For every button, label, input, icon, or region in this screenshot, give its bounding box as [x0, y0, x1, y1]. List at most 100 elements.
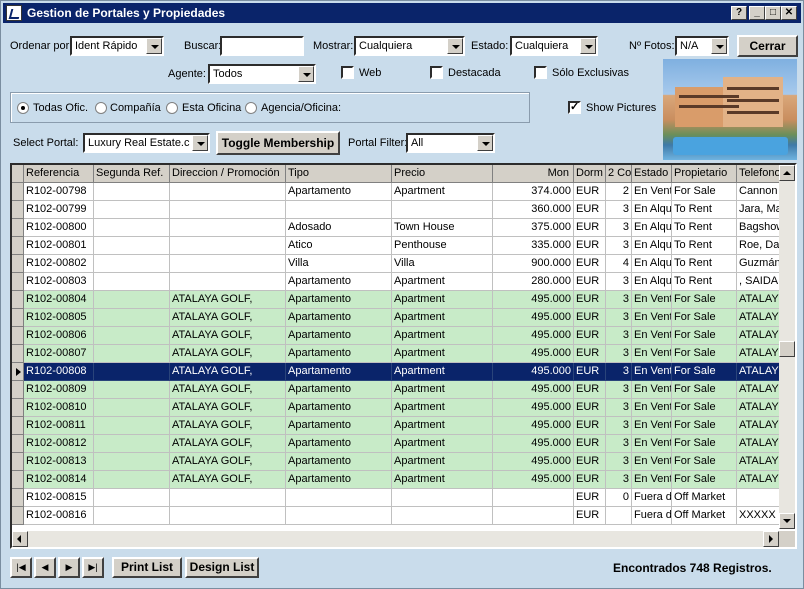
table-row[interactable]: R102-00807 ATALAYA GOLF, Apartamento Apartm…	[12, 345, 782, 363]
portal-select[interactable]: Luxury Real Estate.com	[83, 133, 210, 153]
nav-last-button[interactable]: ▶|	[82, 557, 104, 578]
property-table: Referencia Segunda Ref. Direccion / Promoc…	[10, 163, 797, 549]
row-indicator[interactable]	[12, 183, 24, 201]
table-row[interactable]: R102-00803 Apartamento Apartment 280.000 EUR…	[12, 273, 782, 291]
table-row[interactable]: R102-00808 ATALAYA GOLF, Apartamento Apartm…	[12, 363, 782, 381]
table-row[interactable]: R102-00798 Apartamento Apartment 374.000 EUR…	[12, 183, 782, 201]
row-indicator[interactable]	[12, 471, 24, 489]
row-indicator[interactable]	[12, 309, 24, 327]
scroll-thumb[interactable]	[779, 341, 795, 357]
chevron-down-icon[interactable]	[146, 38, 162, 54]
print-list-button[interactable]: Print List	[112, 557, 182, 578]
table-row[interactable]: R102-00814 ATALAYA GOLF, Apartamento Apartm…	[12, 471, 782, 489]
row-indicator[interactable]	[12, 345, 24, 363]
row-indicator[interactable]	[12, 237, 24, 255]
column-header[interactable]: Segunda Ref.	[94, 165, 170, 183]
row-indicator[interactable]	[12, 399, 24, 417]
nav-next-button[interactable]: ▶	[58, 557, 80, 578]
search-input[interactable]	[220, 36, 304, 56]
show-pictures-checkbox[interactable]	[568, 100, 581, 114]
scope-radio-oficina[interactable]	[166, 102, 178, 114]
table-row[interactable]: R102-00811 ATALAYA GOLF, Apartamento Apartm…	[12, 417, 782, 435]
column-header[interactable]: Propietario	[672, 165, 737, 183]
table-row[interactable]: R102-00812 ATALAYA GOLF, Apartamento Apartm…	[12, 435, 782, 453]
table-cell-dorm: EUR	[574, 435, 606, 453]
table-row[interactable]: R102-00810 ATALAYA GOLF, Apartamento Apartm…	[12, 399, 782, 417]
scope-radio-agencia[interactable]	[245, 102, 257, 114]
table-cell-dorm: EUR	[574, 399, 606, 417]
row-pointer-icon[interactable]	[12, 363, 24, 381]
table-row[interactable]: R102-00799 360.000EUR3En AlquilerTo RentJ…	[12, 201, 782, 219]
help-button[interactable]: ?	[731, 6, 747, 20]
column-header[interactable]: Referencia	[24, 165, 94, 183]
scope-radio-todas[interactable]	[17, 102, 29, 114]
scope-label-agencia: Agencia/Oficina:	[261, 102, 342, 114]
chevron-down-icon[interactable]	[580, 38, 596, 54]
column-header[interactable]: Direccion / Promoción	[170, 165, 286, 183]
design-list-button[interactable]: Design List	[185, 557, 259, 578]
horizontal-scrollbar[interactable]	[12, 531, 779, 547]
scroll-right-icon[interactable]	[763, 531, 779, 547]
table-row[interactable]: R102-00813 ATALAYA GOLF, Apartamento Apartm…	[12, 453, 782, 471]
minimize-button[interactable]: _	[749, 6, 765, 20]
chevron-down-icon[interactable]	[192, 135, 208, 151]
scroll-up-icon[interactable]	[779, 165, 795, 181]
table-cell-prop: To Rent	[672, 237, 737, 255]
table-row[interactable]: R102-00806 ATALAYA GOLF, Apartamento Apartm…	[12, 327, 782, 345]
estado-select[interactable]: Cualquiera	[510, 36, 598, 56]
column-header[interactable]: 2 Con	[606, 165, 632, 183]
row-indicator[interactable]	[12, 201, 24, 219]
row-indicator[interactable]	[12, 381, 24, 399]
mostrar-select[interactable]: Cualquiera	[354, 36, 465, 56]
chevron-down-icon[interactable]	[298, 66, 314, 82]
table-cell-dir: ATALAYA GOLF,	[170, 435, 286, 453]
scroll-left-icon[interactable]	[12, 531, 28, 547]
destacada-checkbox[interactable]	[430, 66, 443, 79]
column-header[interactable]: Mon	[493, 165, 574, 183]
row-indicator[interactable]	[12, 453, 24, 471]
scroll-down-icon[interactable]	[779, 513, 795, 529]
column-header[interactable]: Dorm	[574, 165, 606, 183]
agente-select[interactable]: Todos	[208, 64, 316, 84]
column-header[interactable]: Tipo	[286, 165, 392, 183]
table-row[interactable]: R102-00809 ATALAYA GOLF, Apartamento Apartm…	[12, 381, 782, 399]
table-row[interactable]: R102-00815 EUR0Fuera deOff Market	[12, 489, 782, 507]
row-indicator[interactable]	[12, 255, 24, 273]
toggle-membership-button[interactable]: Toggle Membership	[216, 131, 340, 155]
table-row[interactable]: R102-00800 Adosado Town House 375.000 EUR 3 En…	[12, 219, 782, 237]
table-row[interactable]: R102-00805 ATALAYA GOLF, Apartamento Apartm…	[12, 309, 782, 327]
ordenar-select[interactable]: Ident Rápido	[70, 36, 164, 56]
table-row[interactable]: R102-00816 EUR Fuera deOff MarketXXXXX	[12, 507, 782, 525]
web-checkbox[interactable]	[341, 66, 354, 79]
cerrar-button[interactable]: Cerrar	[737, 35, 798, 57]
portal-filter-select[interactable]: All	[406, 133, 495, 153]
row-indicator[interactable]	[12, 219, 24, 237]
chevron-down-icon[interactable]	[711, 38, 727, 54]
scope-radio-compania[interactable]	[95, 102, 107, 114]
row-indicator[interactable]	[12, 417, 24, 435]
row-indicator[interactable]	[12, 273, 24, 291]
table-cell-tel: ATALAY	[737, 381, 782, 399]
fotos-select[interactable]: N/A	[675, 36, 729, 56]
column-header[interactable]: Estado	[632, 165, 672, 183]
table-cell-con: 3	[606, 471, 632, 489]
column-header[interactable]: Telefono	[737, 165, 782, 183]
vertical-scrollbar[interactable]	[779, 165, 795, 529]
exclusivas-checkbox[interactable]	[534, 66, 547, 79]
table-row[interactable]: R102-00802VillaVilla900.000EUR4En Alquil…	[12, 255, 782, 273]
nav-prev-button[interactable]: ◀	[34, 557, 56, 578]
nav-first-button[interactable]: |◀	[10, 557, 32, 578]
maximize-button[interactable]: □	[765, 6, 781, 20]
table-cell-precio	[392, 507, 493, 525]
chevron-down-icon[interactable]	[447, 38, 463, 54]
chevron-down-icon[interactable]	[477, 135, 493, 151]
row-indicator[interactable]	[12, 507, 24, 525]
row-indicator[interactable]	[12, 327, 24, 345]
row-indicator[interactable]	[12, 435, 24, 453]
column-header[interactable]: Precio	[392, 165, 493, 183]
table-row[interactable]: R102-00801 Atico Penthouse 335.000 EUR 3 En Al…	[12, 237, 782, 255]
row-indicator[interactable]	[12, 489, 24, 507]
table-row[interactable]: R102-00804 ATALAYA GOLF, Apartamento Apartm…	[12, 291, 782, 309]
close-button[interactable]: ✕	[781, 6, 797, 20]
row-indicator[interactable]	[12, 291, 24, 309]
